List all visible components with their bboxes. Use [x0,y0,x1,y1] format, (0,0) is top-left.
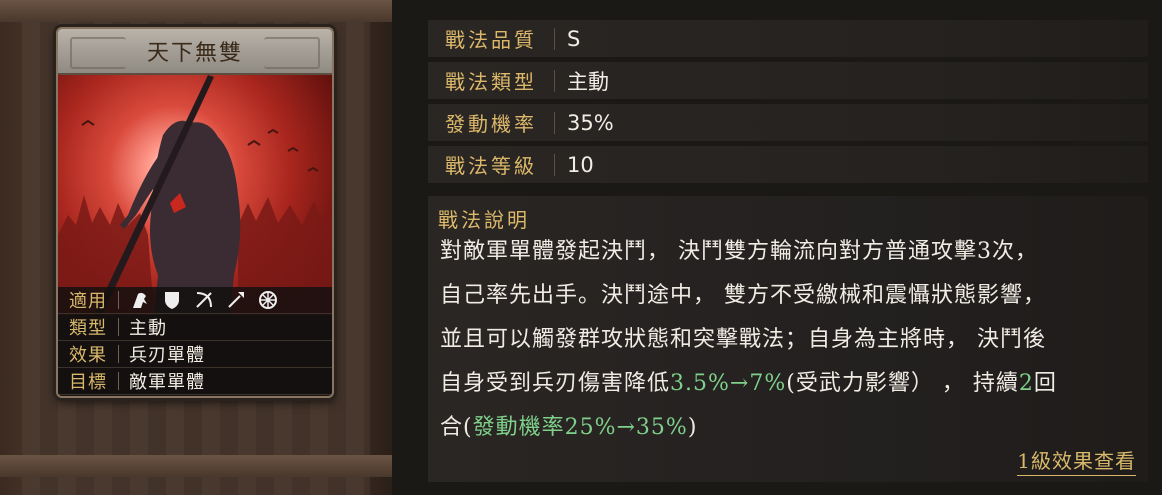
ornament-right [264,37,320,69]
attr-row-applicable: 適用 [58,287,332,314]
divider [554,69,555,92]
attr-label: 類型 [69,318,107,339]
scroll-top-band [0,0,392,22]
attr-label: 目標 [69,372,107,393]
highlight-value: 3.5%→7% [670,371,787,396]
rate-value: 35% [567,110,614,135]
quality-value: S [567,26,581,51]
description-line: 自己率先出手。決鬥途中， 雙方不受繳械和震懾狀態影響， [440,283,1046,308]
description-title: 戰法說明 [438,208,530,232]
quality-row: 戰法品質 S [428,20,1148,57]
attr-label: 效果 [69,345,107,366]
shield-icon [161,289,183,311]
divider [118,345,119,363]
text-segment: ) [687,415,698,440]
description-line: 合(發動機率25%→35%) [440,406,1140,450]
rate-label: 發動機率 [445,112,537,136]
scroll-bottom-band [0,455,392,477]
text-segment: 回 [1033,371,1057,396]
level-label: 戰法等級 [445,154,537,178]
attr-value: 敵軍單體 [129,372,205,393]
quality-label: 戰法品質 [445,28,537,52]
attr-row-type: 類型 主動 [58,314,332,341]
type-label: 戰法類型 [445,70,537,94]
attr-label: 適用 [69,291,107,312]
card-title-bar: 天下無雙 [58,29,332,75]
ornament-left [70,37,126,69]
rate-row: 發動機率 35% [428,104,1148,141]
warrior-silhouette [58,75,332,315]
bow-icon [193,289,215,311]
spear-icon [225,289,247,311]
attr-row-effect: 效果 兵刃單體 [58,341,332,368]
divider [118,318,119,336]
type-value: 主動 [567,69,609,94]
card-attributes: 適用 類型 主動 效果 兵刃單體 目標 敵軍單體 [58,287,332,395]
divider [118,372,119,390]
level-1-effect-link[interactable]: 1級效果查看 [1017,445,1136,476]
cavalry-icon [129,289,151,311]
text-segment: (受武力影響） ， 持續 [786,371,1019,396]
text-segment: 合( [440,415,473,440]
type-row: 戰法類型 主動 [428,62,1148,99]
divider [554,111,555,134]
level-value: 10 [567,152,594,177]
divider [554,153,555,176]
description-line: 對敵軍單體發起決鬥， 決鬥雙方輪流向對方普通攻擊3次， [440,239,1038,264]
card-title: 天下無雙 [146,41,243,66]
text-segment: 自身受到兵刃傷害降低 [440,371,671,396]
description-text: 對敵軍單體發起決鬥， 決鬥雙方輪流向對方普通攻擊3次， 自己率先出手。決鬥途中，… [440,230,1140,450]
troop-icons [129,289,279,311]
description-box: 戰法說明 對敵軍單體發起決鬥， 決鬥雙方輪流向對方普通攻擊3次， 自己率先出手。… [428,196,1148,482]
attr-value: 主動 [129,318,167,339]
attr-value: 兵刃單體 [129,345,205,366]
skill-artwork [58,75,332,315]
attr-row-target: 目標 敵軍單體 [58,368,332,395]
divider [554,27,555,50]
level-row: 戰法等級 10 [428,146,1148,183]
highlight-value: 2 [1018,371,1034,396]
skill-card[interactable]: 天下無雙 適用 類型 主動 效果 兵刃單體 目標 敵軍單體 [56,27,334,398]
divider [118,291,119,309]
description-line: 並且可以觸發群攻狀態和突擊戰法；自身為主將時， 決鬥後 [440,327,1046,352]
wheel-icon [257,289,279,311]
highlight-value: 發動機率25%→35% [472,415,688,440]
description-line: 自身受到兵刃傷害降低3.5%→7%(受武力影響） ， 持續2回 [440,362,1140,406]
